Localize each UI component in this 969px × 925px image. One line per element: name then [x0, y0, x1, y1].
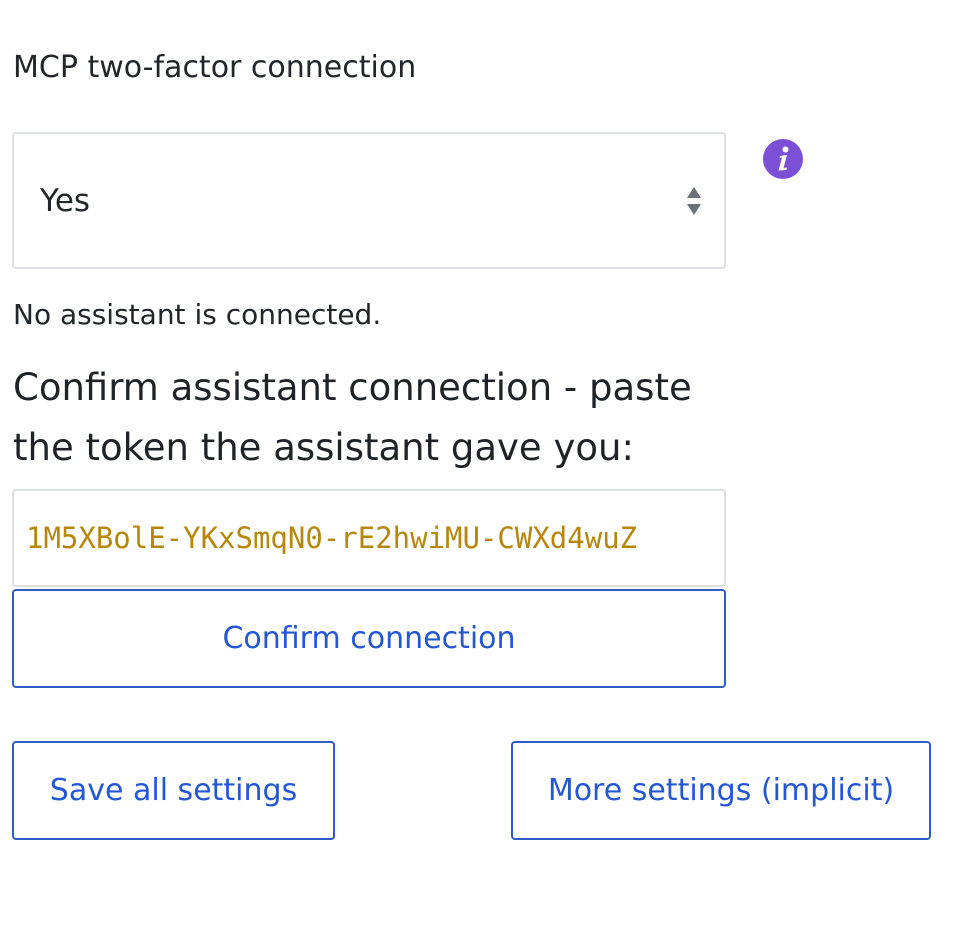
mcp-two-factor-select[interactable]: Yes — [12, 132, 726, 269]
save-all-settings-button[interactable]: Save all settings — [12, 741, 335, 840]
more-settings-button[interactable]: More settings (implicit) — [511, 741, 931, 840]
select-value: Yes — [40, 183, 91, 219]
connection-status-text: No assistant is connected. — [13, 298, 382, 331]
mcp-two-factor-label: MCP two-factor connection — [13, 50, 417, 85]
token-prompt-label: Confirm assistant connection - paste the… — [13, 366, 692, 469]
info-icon[interactable] — [763, 139, 803, 179]
token-input[interactable] — [12, 489, 726, 587]
confirm-connection-button[interactable]: Confirm connection — [12, 589, 726, 688]
up-down-arrows-icon — [686, 185, 702, 217]
